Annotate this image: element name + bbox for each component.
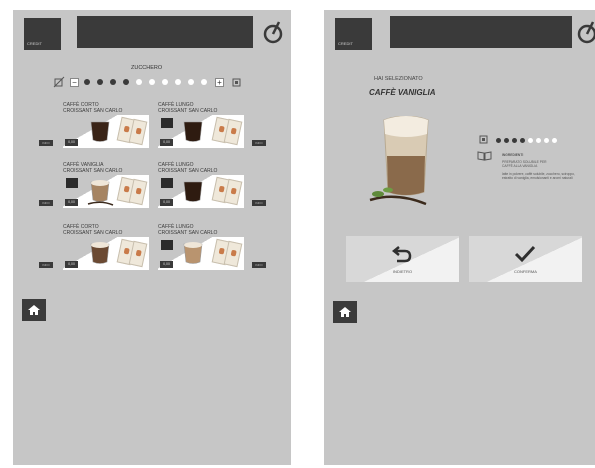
info-button[interactable]: INFO: [252, 262, 266, 268]
product-tile[interactable]: CAFFÈ VANIGLIA CROISSANT SAN CARLO 0,00 INF…: [39, 162, 149, 212]
home-icon: [339, 307, 351, 317]
info-button[interactable]: INFO: [39, 140, 53, 146]
product-name: CAFFÈ CORTO CROISSANT SAN CARLO: [63, 102, 123, 114]
sugar-level-dot[interactable]: [136, 79, 142, 85]
product-card[interactable]: 0,00: [158, 175, 244, 208]
sugar-level-dot[interactable]: [123, 79, 129, 85]
credit-display: CREDIT: [24, 18, 61, 50]
home-icon: [28, 305, 40, 315]
price-tag: 0,00: [65, 199, 78, 206]
sugar-level-dot[interactable]: [110, 79, 116, 85]
product-name: CAFFÈ LUNGO CROISSANT SAN CARLO: [158, 162, 218, 174]
brand-logo-icon: [263, 21, 283, 44]
credit-display: CREDIT: [335, 18, 372, 50]
ingredients-book-icon: [477, 151, 492, 161]
drink-image: [90, 121, 110, 142]
sugar-level-dot[interactable]: [149, 79, 155, 85]
home-button[interactable]: [333, 301, 357, 323]
sugar-level-dot[interactable]: [162, 79, 168, 85]
product-tile[interactable]: CAFFÈ CORTO CROISSANT SAN CARLO 0,00 INFO: [39, 102, 149, 152]
selected-product-name: CAFFÈ VANIGLIA: [369, 88, 436, 97]
sugar-level-dot: [504, 138, 509, 143]
ingredients-body: latte in polvere, caffè solubile, zucche…: [502, 172, 575, 180]
product-card[interactable]: 0,00: [63, 175, 149, 208]
drink-image: [90, 242, 110, 264]
price-tag: 0,00: [65, 139, 78, 146]
selected-label: HAI SELEZIONATO: [374, 76, 423, 82]
product-card[interactable]: 0,00: [158, 237, 244, 270]
sugar-level-dot: [536, 138, 541, 143]
brand-logo-icon: [161, 240, 173, 250]
top-info-bar: [390, 16, 572, 48]
product-tile[interactable]: CAFFÈ LUNGO CROISSANT SAN CARLO 0,00 INFO: [158, 102, 266, 152]
sugar-level-dot: [520, 138, 525, 143]
product-card[interactable]: 0,00: [63, 115, 149, 148]
price-tag: 0,00: [160, 139, 173, 146]
product-detail-screen: CREDIT HAI SELEZIONATO CAFFÈ VANIGLIA IN…: [324, 10, 595, 465]
ingredients-line2: CAFFÈ ALLA VANIGLIA: [502, 164, 538, 168]
sugar-decrease-button[interactable]: −: [70, 78, 79, 87]
info-button[interactable]: INFO: [252, 140, 266, 146]
product-name: CAFFÈ LUNGO CROISSANT SAN CARLO: [158, 224, 218, 236]
sugar-cup-icon: [232, 78, 241, 87]
info-button[interactable]: INFO: [39, 262, 53, 268]
brand-logo-icon: [161, 178, 173, 188]
brand-logo-icon: [577, 21, 595, 44]
sugar-level-dot[interactable]: [201, 79, 207, 85]
sugar-level-dot: [496, 138, 501, 143]
price-tag: 0,00: [160, 199, 173, 206]
sugar-level-dot: [528, 138, 533, 143]
checkmark-icon: [514, 245, 536, 263]
credit-label: CREDIT: [27, 41, 42, 46]
product-name: CAFFÈ VANIGLIA CROISSANT SAN CARLO: [63, 162, 123, 174]
no-sugar-cup-icon: [53, 76, 65, 88]
brand-logo-icon: [161, 118, 173, 128]
drink-image: [183, 121, 203, 142]
sugar-level-dot: [544, 138, 549, 143]
product-selection-screen: CREDIT ZUCCHERO − + CAFFÈ CORTO CROISSANT…: [13, 10, 291, 465]
sugar-cup-icon: [479, 135, 488, 144]
price-tag: 0,00: [160, 261, 173, 268]
product-tile[interactable]: CAFFÈ CORTO CROISSANT SAN CARLO 0,00 INFO: [39, 224, 149, 274]
product-tile[interactable]: CAFFÈ LUNGO CROISSANT SAN CARLO 0,00 INFO: [158, 224, 266, 274]
vanilla-coffee-image: [369, 116, 429, 206]
product-name: CAFFÈ CORTO CROISSANT SAN CARLO: [63, 224, 123, 236]
ingredients-title: INGREDIENTI: [502, 153, 524, 157]
back-button[interactable]: INDIETRO: [346, 236, 459, 282]
sugar-level-dot: [512, 138, 517, 143]
product-name: CAFFÈ LUNGO CROISSANT SAN CARLO: [158, 102, 218, 114]
product-card[interactable]: 0,00: [63, 237, 149, 270]
sugar-selector: − +: [53, 76, 243, 90]
top-info-bar: [77, 16, 253, 48]
sugar-level-dot[interactable]: [175, 79, 181, 85]
confirm-button[interactable]: CONFERMA: [469, 236, 582, 282]
drink-image: [183, 242, 203, 264]
home-button[interactable]: [22, 299, 46, 321]
sugar-increase-button[interactable]: +: [215, 78, 224, 87]
price-tag: 0,00: [65, 261, 78, 268]
sugar-level-dot[interactable]: [97, 79, 103, 85]
sugar-level-dot: [552, 138, 557, 143]
info-button[interactable]: INFO: [252, 200, 266, 206]
credit-label: CREDIT: [338, 41, 353, 46]
info-button[interactable]: INFO: [39, 200, 53, 206]
product-card[interactable]: 0,00: [158, 115, 244, 148]
back-button-label: INDIETRO: [392, 269, 413, 274]
drink-image: [183, 181, 203, 202]
drink-image: [87, 180, 114, 206]
sugar-level-dot[interactable]: [84, 79, 90, 85]
sugar-level-dot[interactable]: [188, 79, 194, 85]
brand-logo-icon: [66, 178, 78, 188]
confirm-button-label: CONFERMA: [514, 269, 537, 274]
back-arrow-icon: [392, 246, 412, 263]
sugar-title: ZUCCHERO: [131, 65, 163, 71]
product-tile[interactable]: CAFFÈ LUNGO CROISSANT SAN CARLO 0,00 INFO: [158, 162, 266, 212]
